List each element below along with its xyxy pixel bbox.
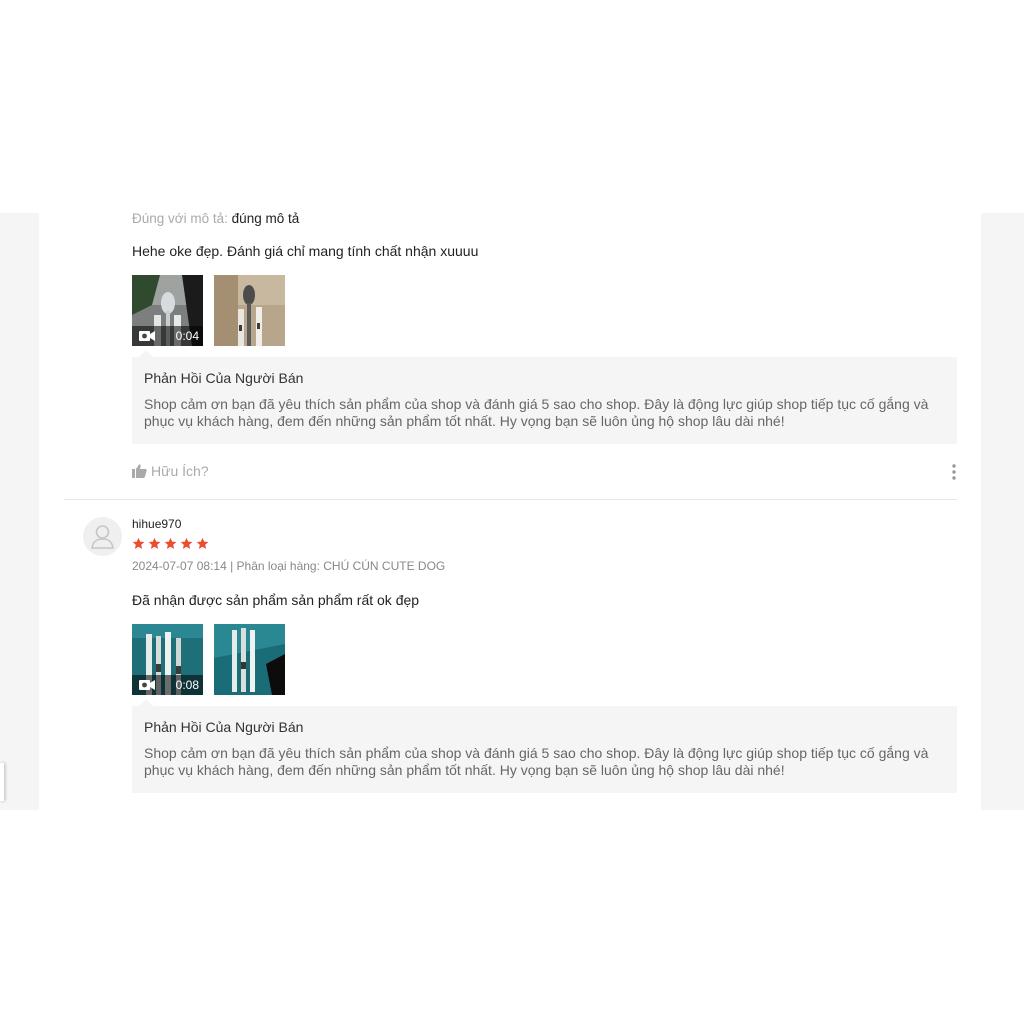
review-text: Đã nhận được sản phẩm sản phẩm rất ok đẹ… bbox=[132, 592, 420, 608]
seller-reply-title: Phản Hồi Của Người Bán bbox=[144, 370, 304, 386]
star-icon bbox=[180, 537, 193, 549]
review-image-thumbnail[interactable] bbox=[214, 624, 285, 695]
star-icon bbox=[132, 537, 145, 549]
review-divider bbox=[64, 499, 957, 500]
video-duration-bar: 0:04 bbox=[132, 326, 203, 346]
rating-stars bbox=[132, 537, 209, 550]
reviewer-username[interactable]: hihue970 bbox=[132, 517, 181, 531]
seller-reply-line: phục vụ khách hàng, đem đến những sản ph… bbox=[144, 413, 785, 429]
seller-reply-line: Shop cảm ơn bạn đã yêu thích sản phẩm củ… bbox=[144, 745, 929, 761]
helpful-label: Hữu Ích? bbox=[151, 463, 209, 479]
review-description-match: Đúng với mô tả: đúng mô tả bbox=[132, 211, 299, 227]
left-gutter bbox=[0, 213, 39, 810]
seller-reply-body: Shop cảm ơn bạn đã yêu thích sản phẩm củ… bbox=[144, 745, 945, 779]
video-duration: 0:04 bbox=[175, 329, 199, 343]
star-icon bbox=[196, 537, 209, 549]
review-image-thumbnail[interactable] bbox=[214, 275, 285, 346]
avatar[interactable] bbox=[83, 517, 122, 556]
right-gutter bbox=[981, 213, 1024, 810]
reply-pointer bbox=[139, 699, 153, 706]
seller-reply: Phản Hồi Của Người Bán Shop cảm ơn bạn đ… bbox=[132, 706, 957, 793]
seller-reply-body: Shop cảm ơn bạn đã yêu thích sản phẩm củ… bbox=[144, 396, 945, 430]
video-duration: 0:08 bbox=[175, 678, 199, 692]
more-vertical-icon[interactable] bbox=[949, 463, 959, 481]
video-duration-bar: 0:08 bbox=[132, 675, 203, 695]
review-text: Hehe oke đẹp. Đánh giá chỉ mang tính chấ… bbox=[132, 243, 479, 259]
video-camera-icon bbox=[139, 331, 155, 341]
side-tab[interactable] bbox=[0, 763, 4, 801]
seller-reply-title: Phản Hồi Của Người Bán bbox=[144, 719, 304, 735]
star-icon bbox=[148, 537, 161, 549]
review-video-thumbnail[interactable]: 0:04 bbox=[132, 275, 203, 346]
helpful-button[interactable]: Hữu Ích? bbox=[132, 463, 209, 479]
review-meta: 2024-07-07 08:14 | Phân loại hàng: CHÚ C… bbox=[132, 559, 446, 573]
reply-pointer bbox=[139, 350, 153, 357]
review-video-thumbnail[interactable]: 0:08 bbox=[132, 624, 203, 695]
user-placeholder-icon bbox=[91, 525, 114, 549]
video-camera-icon bbox=[139, 680, 155, 690]
thumbs-up-icon bbox=[132, 464, 147, 478]
description-key: Đúng với mô tả: bbox=[132, 211, 228, 226]
seller-reply-line: phục vụ khách hàng, đem đến những sản ph… bbox=[144, 762, 785, 778]
review-photo bbox=[214, 275, 285, 346]
description-value: đúng mô tả bbox=[231, 211, 300, 226]
review-photo bbox=[214, 624, 285, 695]
seller-reply-line: Shop cảm ơn bạn đã yêu thích sản phẩm củ… bbox=[144, 396, 929, 412]
reviews-panel: Đúng với mô tả: đúng mô tả Hehe oke đẹp.… bbox=[39, 211, 981, 810]
star-icon bbox=[164, 537, 177, 549]
seller-reply: Phản Hồi Của Người Bán Shop cảm ơn bạn đ… bbox=[132, 357, 957, 444]
